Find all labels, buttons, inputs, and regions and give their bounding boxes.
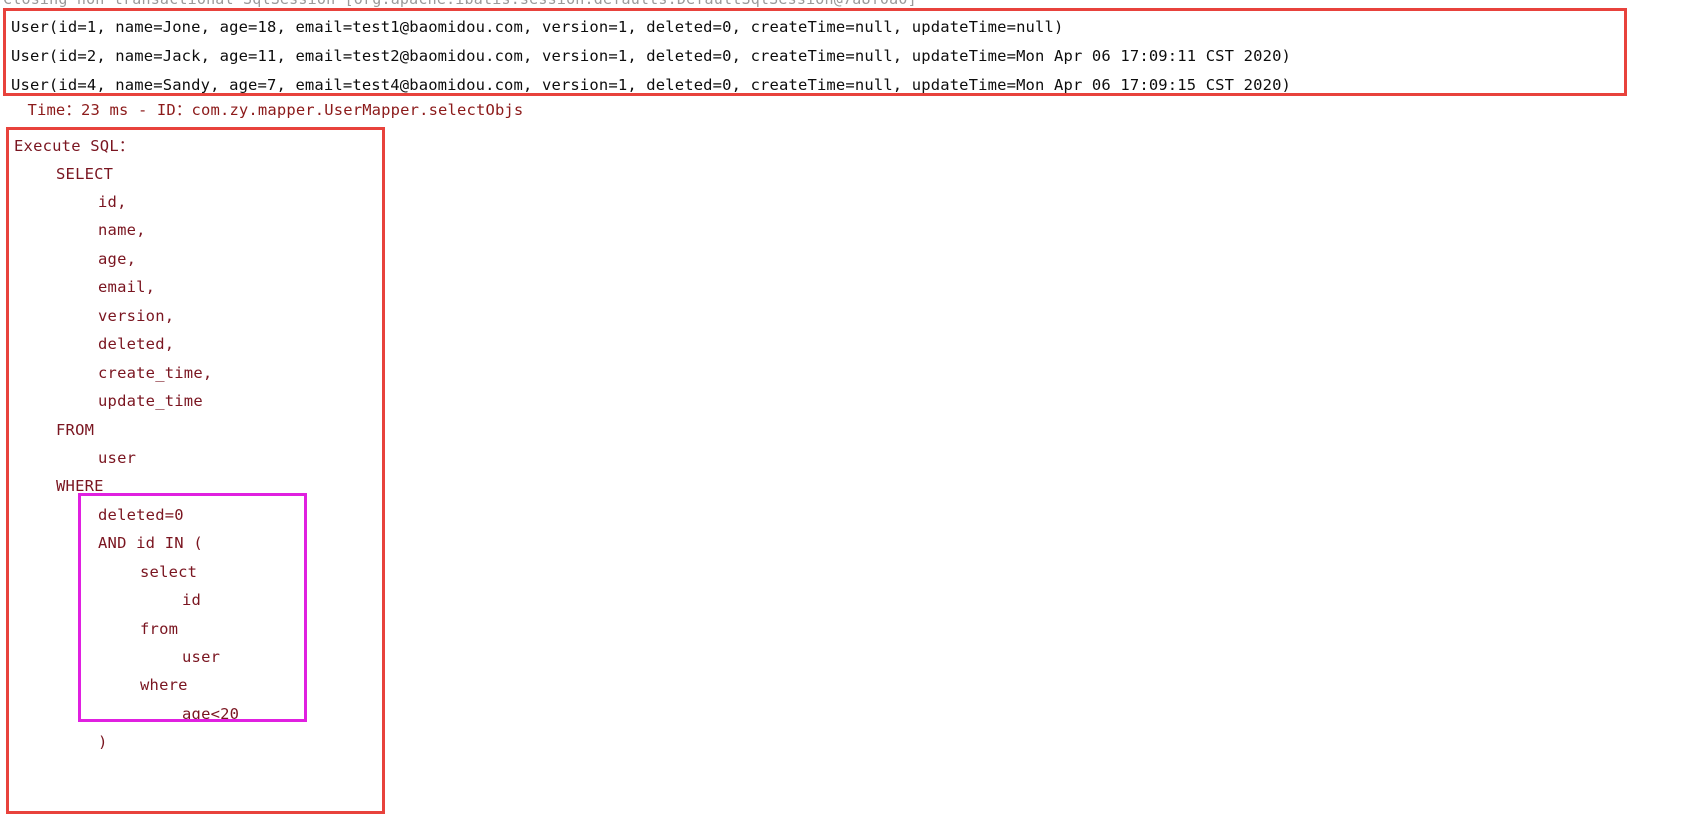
- sql-line: name,: [98, 221, 146, 239]
- sql-line: email,: [98, 278, 156, 296]
- truncated-log-line: Closing non transactional SqlSession [or…: [3, 0, 917, 8]
- sql-line: AND id IN (: [98, 534, 203, 552]
- sql-line: user: [98, 449, 137, 467]
- sql-line: Execute SQL：: [14, 137, 135, 155]
- sql-line: ): [98, 733, 108, 751]
- sql-highlight-box: Execute SQL： SELECT id, name, age, email, vers…: [6, 127, 385, 814]
- sql-line: version,: [98, 307, 175, 325]
- sql-line: deleted=0: [98, 506, 184, 524]
- sql-line: age,: [98, 250, 137, 268]
- sql-line: update_time: [98, 392, 203, 410]
- sql-line: deleted,: [98, 335, 175, 353]
- sql-line: where: [140, 676, 188, 694]
- sql-line: age<20: [182, 705, 240, 723]
- sql-line: id: [182, 591, 202, 609]
- sql-line: user: [182, 648, 221, 666]
- sql-line: select: [140, 563, 198, 581]
- sql-line: WHERE: [56, 477, 104, 495]
- sql-line: create_time,: [98, 364, 213, 382]
- sql-line: FROM: [56, 421, 95, 439]
- result-highlight-box: User(id=1, name=Jone, age=18, email=test…: [3, 8, 1627, 96]
- sql-line: id,: [98, 193, 127, 211]
- result-row: User(id=1, name=Jone, age=18, email=test…: [11, 18, 1064, 36]
- sql-line: from: [140, 620, 179, 638]
- result-row: User(id=4, name=Sandy, age=7, email=test…: [11, 76, 1292, 94]
- result-row: User(id=2, name=Jack, age=11, email=test…: [11, 47, 1292, 65]
- execution-time-line: Time：23 ms - ID：com.zy.mapper.UserMapper…: [18, 101, 524, 119]
- sql-line: SELECT: [56, 165, 114, 183]
